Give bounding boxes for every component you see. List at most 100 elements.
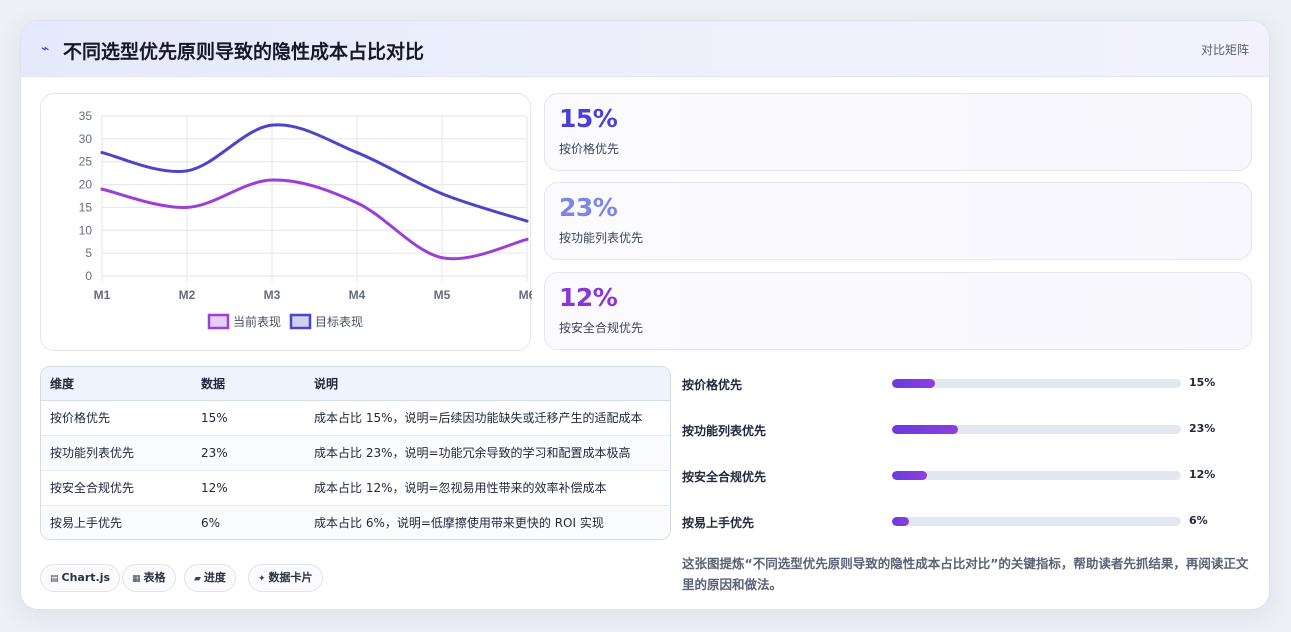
progress-fill	[892, 379, 936, 388]
progress-track	[892, 425, 1181, 434]
x-tick-label: M5	[434, 288, 451, 302]
data-point	[185, 169, 189, 173]
table-row: 按价格优先 15% 成本占比 15%，说明=后续因功能缺失或迁移产生的适配成本	[41, 400, 670, 436]
data-point	[440, 256, 444, 260]
chart-legend: 当前表现 目标表现	[207, 313, 363, 330]
chart-icon: ▤	[50, 574, 59, 584]
x-tick-label: M6	[519, 288, 532, 302]
pill-label: 数据卡片	[268, 571, 313, 584]
y-tick-label: 35	[79, 109, 93, 123]
data-point	[185, 205, 189, 209]
y-tick-label: 0	[85, 269, 92, 283]
x-tick-label: M3	[264, 288, 281, 302]
table-header-row: 维度 数据 说明	[41, 367, 670, 401]
y-tick-label: 15	[79, 200, 93, 214]
tag-pill-table[interactable]: ▦ 表格	[122, 564, 176, 592]
table-cell: 6%	[201, 515, 221, 530]
table-cell: 15%	[192, 400, 305, 436]
progress-value: 12%	[1189, 468, 1216, 481]
comparison-matrix-link[interactable]: 对比矩阵	[1201, 41, 1249, 58]
chart-series	[100, 123, 529, 261]
progress-row: 按价格优先 15%	[682, 374, 1252, 394]
dashboard-card: ⌁ 不同选型优先原则导致的隐性成本占比对比 对比矩阵 0 5 10 15 20 25 30 3…	[20, 20, 1270, 610]
progress-label: 按易上手优先	[682, 516, 755, 530]
table-cell: 成本占比 23%，说明=功能冗余导致的学习和配置成本极高	[305, 435, 670, 471]
table-cell: 按价格优先	[41, 400, 192, 436]
kpi-label: 按功能列表优先	[559, 231, 644, 245]
column-header-dimension: 维度	[41, 367, 192, 401]
kpi-card-price: 15% 按价格优先	[544, 93, 1252, 171]
progress-value: 15%	[1189, 376, 1216, 389]
progress-fill	[892, 471, 927, 480]
progress-track	[892, 517, 1181, 526]
table-cell: 23%	[192, 435, 305, 471]
pill-label: Chart.js	[61, 571, 111, 584]
table-cell: 成本占比 15%，说明=后续因功能缺失或迁移产生的适配成本	[305, 400, 670, 436]
tag-pill-data-cards[interactable]: ✦ 数据卡片	[248, 564, 323, 592]
data-point	[440, 192, 444, 196]
tag-pill-chartjs[interactable]: ▤ Chart.js	[40, 564, 121, 592]
x-axis-ticks: M1 M2 M3 M4 M5 M6	[94, 288, 532, 302]
pill-label: 进度	[203, 571, 226, 584]
kpi-label: 按安全合规优先	[559, 321, 644, 335]
y-tick-label: 10	[79, 223, 93, 237]
y-axis-ticks: 0 5 10 15 20 25 30 35	[79, 109, 93, 283]
legend-label: 目标表现	[315, 315, 363, 329]
progress-label: 按价格优先	[682, 378, 743, 392]
table-icon: ▦	[132, 574, 141, 584]
data-table: 维度 数据 说明 按价格优先 15% 成本占比 15%，说明=后续因功能缺失或迁…	[41, 367, 670, 539]
line-chart-panel: 0 5 10 15 20 25 30 35 M1 M2 M3 M4 M5 M6 当前表现 目标表现	[40, 93, 532, 351]
kpi-label: 按价格优先	[559, 142, 620, 156]
table-cell: 按安全合规优先	[41, 470, 192, 506]
progress-label: 按功能列表优先	[682, 424, 767, 438]
progress-icon: ▰	[194, 574, 201, 584]
table-cell: 按易上手优先	[50, 516, 123, 531]
legend-swatch	[207, 313, 230, 330]
progress-value: 6%	[1189, 514, 1208, 527]
progress-bars: 按价格优先 15% 按功能列表优先 23% 按安全合规优先 12% 按易上手优先…	[682, 366, 1252, 540]
column-header-data: 数据	[192, 367, 305, 401]
data-point	[270, 178, 274, 182]
pill-label: 表格	[143, 571, 166, 584]
line-chart: 0 5 10 15 20 25 30 35 M1 M2 M3 M4 M5 M6 当前表现 目标表现	[79, 109, 532, 330]
data-point	[525, 237, 529, 241]
data-point	[355, 151, 359, 155]
y-tick-label: 20	[79, 178, 93, 192]
table-cell: 成本占比 12%，说明=忽视易用性带来的效率补偿成本	[305, 470, 670, 506]
data-point	[355, 201, 359, 205]
kpi-value: 23%	[559, 193, 618, 222]
progress-fill	[892, 517, 910, 526]
progress-row: 按功能列表优先 23%	[682, 420, 1252, 440]
x-tick-label: M2	[179, 288, 196, 302]
table-cell: 12%	[192, 470, 305, 506]
x-tick-label: M4	[349, 288, 366, 302]
page-title: 不同选型优先原则导致的隐性成本占比对比	[63, 41, 425, 63]
progress-value: 23%	[1189, 422, 1216, 435]
y-tick-label: 5	[85, 246, 92, 260]
data-table-panel: 维度 数据 说明 按价格优先 15% 成本占比 15%，说明=后续因功能缺失或迁…	[40, 366, 671, 540]
data-point	[525, 219, 529, 223]
card-header: ⌁ 不同选型优先原则导致的隐性成本占比对比 对比矩阵	[21, 21, 1269, 77]
table-row: 按功能列表优先 23% 成本占比 23%，说明=功能冗余导致的学习和配置成本极高	[41, 435, 670, 471]
progress-label: 按安全合规优先	[682, 470, 767, 484]
data-point	[100, 151, 104, 155]
column-header-description: 说明	[305, 367, 670, 401]
progress-track	[892, 379, 1181, 388]
data-point	[270, 123, 274, 127]
kpi-value: 15%	[559, 104, 618, 133]
kpi-card-compliance: 12% 按安全合规优先	[544, 272, 1252, 350]
sparkle-icon: ✦	[258, 574, 266, 584]
table-cell: 按功能列表优先	[41, 435, 192, 471]
x-tick-label: M1	[94, 288, 111, 302]
kpi-card-features: 23% 按功能列表优先	[544, 182, 1252, 260]
chart-squiggle-icon: ⌁	[41, 41, 50, 57]
series-line	[100, 178, 529, 261]
legend-label: 当前表现	[233, 314, 281, 329]
progress-row: 按安全合规优先 12%	[682, 466, 1252, 486]
progress-row: 按易上手优先 6%	[682, 512, 1252, 532]
progress-fill	[892, 425, 959, 434]
kpi-value: 12%	[559, 283, 618, 312]
progress-track	[892, 471, 1181, 480]
y-tick-label: 30	[79, 132, 93, 146]
tag-pill-progress[interactable]: ▰ 进度	[184, 564, 236, 592]
